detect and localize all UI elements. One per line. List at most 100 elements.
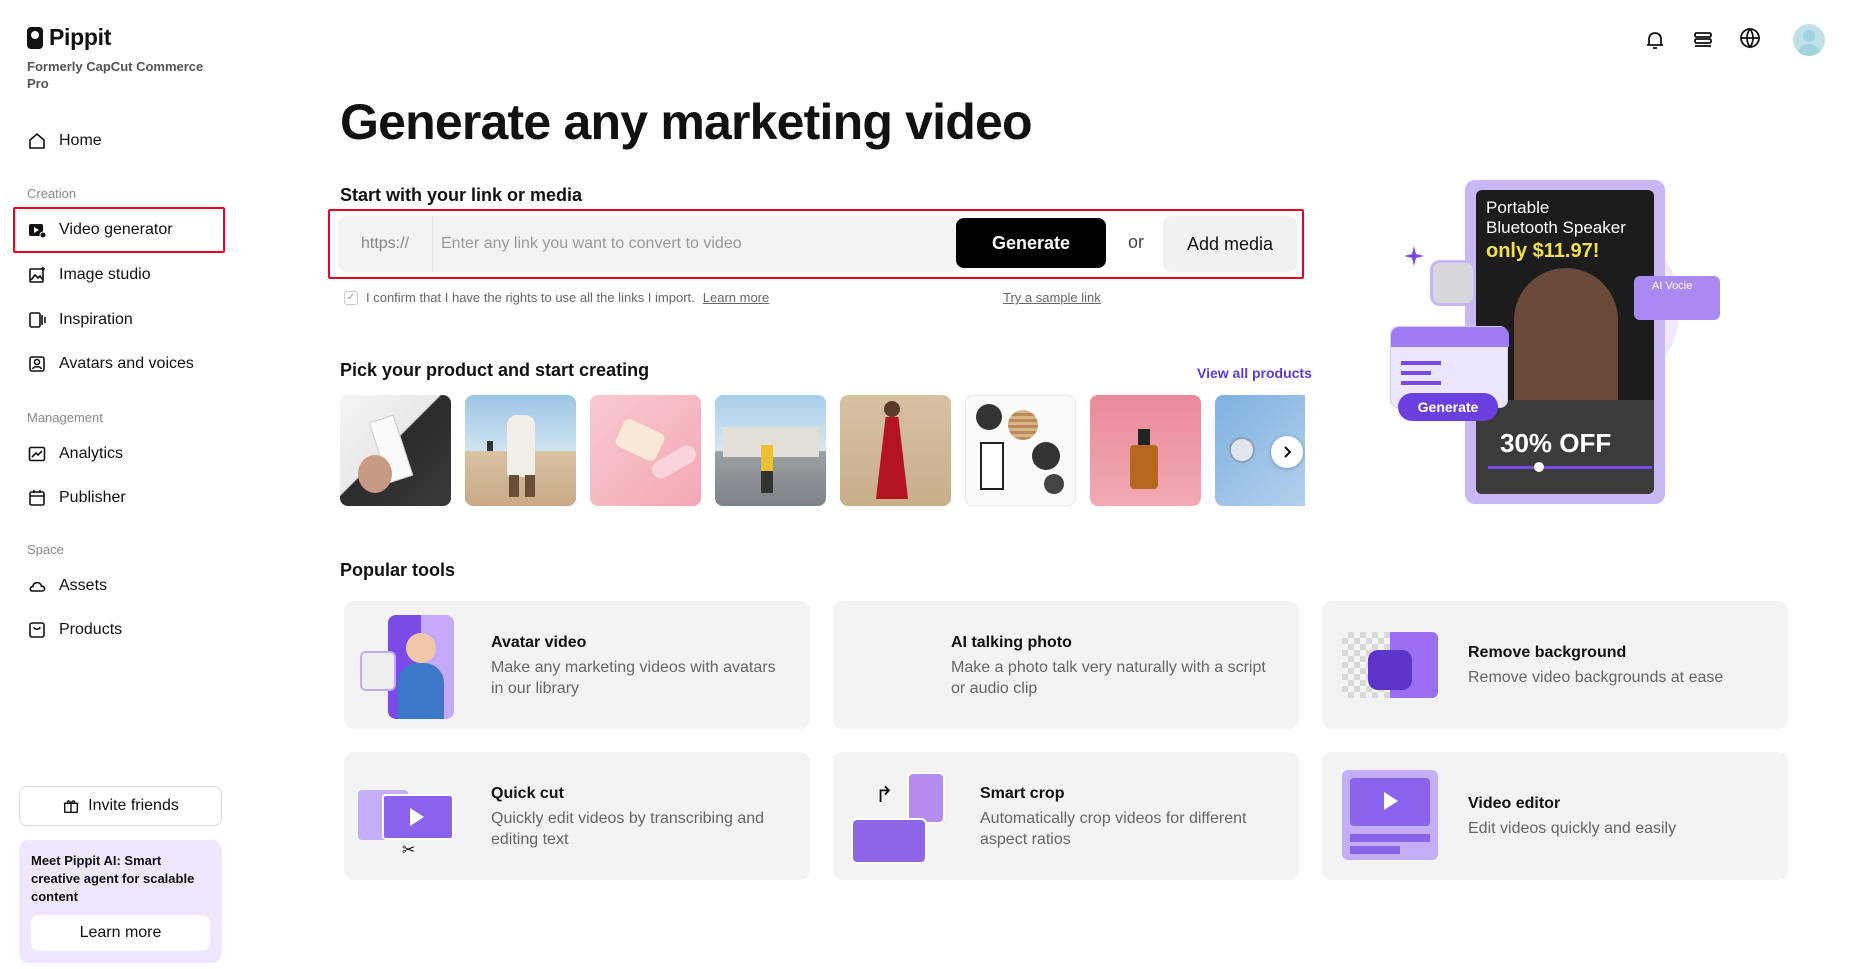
nav-section-management: Management [27,410,103,425]
sidebar-item-avatars-and-voices[interactable]: Avatars and voices [27,350,194,378]
learn-more-link[interactable]: Learn more [703,290,769,305]
invite-friends-label: Invite friends [88,797,179,814]
tool-desc: Make any marketing videos with avatars i… [491,659,776,697]
tool-title: Avatar video [491,634,587,651]
tool-card-avatar-video[interactable]: Avatar video Make any marketing videos w… [344,601,810,729]
rights-confirm-text: I confirm that I have the rights to use … [366,290,695,305]
curved-arrow-icon: ↱ [875,782,894,807]
product-thumbnail[interactable] [840,395,951,506]
tool-card-quick-cut[interactable]: ✂ Quick cut Quickly edit videos by trans… [344,752,810,880]
promo-card: Meet Pippit AI: Smart creative agent for… [19,840,222,963]
avatar-video-icon [388,615,454,719]
link-input[interactable] [433,235,963,253]
video-editor-icon [1342,770,1440,864]
sidebar-item-analytics[interactable]: Analytics [27,440,123,468]
bell-icon [1647,32,1663,49]
tool-card-video-editor[interactable]: Video editor Edit videos quickly and eas… [1322,752,1788,880]
sidebar-item-label: Inspiration [59,311,133,328]
tool-card-smart-crop[interactable]: ↱ Smart crop Automatically crop videos f… [833,752,1299,880]
sidebar-item-label: Products [59,621,123,638]
tool-desc: Edit videos quickly and easily [1468,820,1677,837]
popular-tools-title: Popular tools [340,560,456,580]
product-thumbnail[interactable] [340,395,451,506]
inspiration-icon [29,312,46,328]
tool-desc: Quickly edit videos by transcribing and … [491,810,765,848]
promo-learn-more-button[interactable]: Learn more [31,915,210,951]
sidebar-item-label: Home [59,132,102,149]
product-thumbnail[interactable] [465,395,576,506]
scissors-icon: ✂ [402,842,416,859]
tool-desc: Make a photo talk very naturally with a … [951,659,1266,697]
chevron-right-icon [1284,446,1292,458]
sidebar-item-label: Image studio [59,266,151,283]
brand-logo[interactable]: Pippit [27,24,111,51]
tool-card-remove-background[interactable]: Remove background Remove video backgroun… [1322,601,1788,729]
sidebar-item-products[interactable]: Products [27,616,122,644]
nav-section-creation: Creation [27,186,77,201]
sidebar-item-publisher[interactable]: Publisher [27,484,126,512]
analytics-icon [28,446,46,462]
remove-background-icon [1342,632,1438,698]
hero-ai-voice-tag: AI Vocie [1652,280,1693,292]
sidebar-item-image-studio[interactable]: Image studio [27,261,151,289]
sample-link[interactable]: Try a sample link [1003,290,1101,305]
smart-crop-icon: ↱ [851,772,945,866]
sidebar-item-label: Video generator [59,221,173,238]
avatar[interactable] [1793,24,1825,56]
calendar-icon [29,490,45,506]
video-generator-icon [29,224,47,239]
pick-product-title: Pick your product and start creating [340,360,650,380]
generate-button[interactable]: Generate [956,218,1106,268]
or-label: or [1128,232,1145,252]
hero-discount: 30% OFF [1500,428,1612,458]
sidebar-item-label: Analytics [59,445,124,462]
product-thumbnail[interactable] [965,395,1076,506]
sidebar-item-label: Assets [59,577,108,594]
tool-title: Remove background [1468,644,1627,661]
sidebar-item-inspiration[interactable]: Inspiration [27,306,133,334]
nav-section-space: Space [27,542,64,557]
sidebar-item-video-generator[interactable]: Video generator [27,216,173,244]
carousel-next-button[interactable] [1271,436,1303,468]
invite-friends-button[interactable]: Invite friends [19,786,222,826]
product-carousel [340,395,1305,507]
globe-language-icon [1740,28,1760,49]
sparkle-icon [1404,246,1424,266]
view-all-products-link[interactable]: View all products [1197,365,1312,381]
hero-generate-pill: Generate [1398,393,1498,421]
home-icon [29,132,45,149]
avatar-voice-icon [29,356,45,372]
tool-card-ai-talking-photo[interactable]: AI talking photo Make a photo talk very … [833,601,1299,729]
sidebar-item-home[interactable]: Home [27,127,102,155]
page-title: Generate any marketing video [340,94,1033,150]
hero-price: only $11.97! [1486,240,1600,262]
workspace-button[interactable] [1689,26,1717,54]
cloud-icon [29,581,46,592]
gift-icon [63,800,79,814]
product-thumbnail[interactable] [1090,395,1201,506]
tool-title: Video editor [1468,795,1561,812]
notifications-button[interactable] [1641,26,1669,54]
sidebar-item-label: Avatars and voices [59,355,194,372]
header-actions [1641,24,1825,56]
hero-illustration: Portable Bluetooth Speaker only $11.97! … [1390,178,1720,508]
promo-text: Meet Pippit AI: Smart creative agent for… [31,853,195,904]
rights-checkbox[interactable]: ✓ [344,290,358,305]
add-media-button[interactable]: Add media [1163,216,1297,272]
brand-subtitle: Formerly CapCut Commerce Pro [27,59,204,91]
hero-headline-2: Bluetooth Speaker [1486,218,1626,237]
layers-icon [1694,32,1712,47]
sidebar: Pippit Formerly CapCut Commerce Pro Home… [0,0,240,969]
product-thumbnail[interactable] [590,395,701,506]
product-thumbnail[interactable] [715,395,826,506]
tool-title: Quick cut [491,785,564,802]
start-section-title: Start with your link or media [340,185,583,205]
language-button[interactable] [1737,26,1773,54]
tool-desc: Automatically crop videos for different … [980,810,1247,848]
tool-title: Smart crop [980,785,1065,802]
avatar-thumb [360,651,396,691]
quick-cut-icon: ✂ [358,790,454,859]
link-prefix: https:// [338,216,433,272]
sidebar-item-assets[interactable]: Assets [27,572,107,600]
hero-headline-1: Portable [1486,198,1550,217]
